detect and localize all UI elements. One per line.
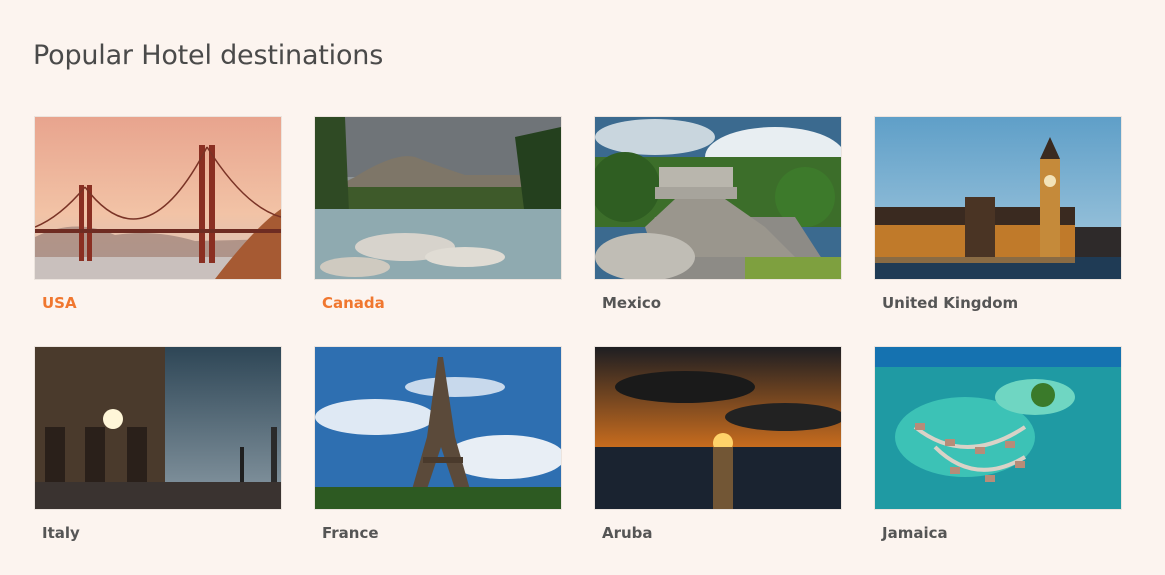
destination-label-france[interactable]: France — [314, 524, 562, 542]
destination-image-france[interactable] — [314, 346, 562, 510]
page-title: Popular Hotel destinations — [33, 40, 384, 71]
destination-image-italy[interactable] — [34, 346, 282, 510]
destination-label-mexico[interactable]: Mexico — [594, 294, 842, 312]
destination-image-jamaica[interactable] — [874, 346, 1122, 510]
destination-image-mexico[interactable] — [594, 116, 842, 280]
destination-label-united-kingdom[interactable]: United Kingdom — [874, 294, 1122, 312]
destination-card-aruba[interactable]: Aruba — [594, 346, 842, 542]
destination-image-aruba[interactable] — [594, 346, 842, 510]
destination-image-usa[interactable] — [34, 116, 282, 280]
destination-card-france[interactable]: France — [314, 346, 562, 542]
destination-label-canada[interactable]: Canada — [314, 294, 562, 312]
destination-grid: USA Canada Mexico United Kingdom Italy F… — [34, 116, 1122, 542]
destination-label-aruba[interactable]: Aruba — [594, 524, 842, 542]
destination-card-jamaica[interactable]: Jamaica — [874, 346, 1122, 542]
destination-card-mexico[interactable]: Mexico — [594, 116, 842, 312]
destination-label-italy[interactable]: Italy — [34, 524, 282, 542]
destination-image-canada[interactable] — [314, 116, 562, 280]
destination-label-usa[interactable]: USA — [34, 294, 282, 312]
destination-label-jamaica[interactable]: Jamaica — [874, 524, 1122, 542]
destination-card-usa[interactable]: USA — [34, 116, 282, 312]
destination-card-united-kingdom[interactable]: United Kingdom — [874, 116, 1122, 312]
destination-card-canada[interactable]: Canada — [314, 116, 562, 312]
destination-card-italy[interactable]: Italy — [34, 346, 282, 542]
destination-image-united-kingdom[interactable] — [874, 116, 1122, 280]
